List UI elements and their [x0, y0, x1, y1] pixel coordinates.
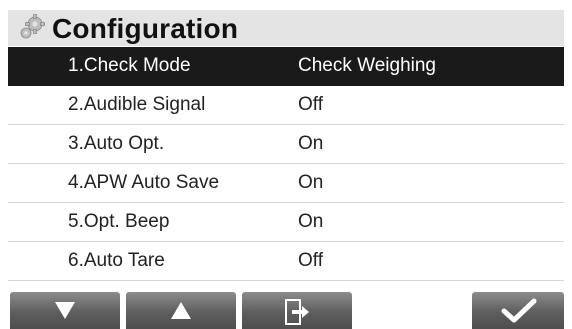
up-button[interactable] — [126, 292, 236, 329]
menu-item-label: 5.Opt. Beep — [68, 211, 170, 232]
menu-item-check-mode[interactable]: 1.Check Mode Check Weighing — [8, 47, 564, 86]
down-button[interactable] — [10, 292, 120, 329]
menu-item-auto-tare[interactable]: 6.Auto Tare Off — [8, 242, 564, 281]
menu-item-label: 6.Auto Tare — [68, 250, 165, 271]
menu-item-label: 2.Audible Signal — [68, 94, 206, 115]
confirm-button[interactable] — [472, 292, 564, 329]
menu-item-label: 4.APW Auto Save — [68, 172, 220, 193]
menu-item-audible-signal[interactable]: 2.Audible Signal Off — [8, 86, 564, 125]
menu-item-opt-beep[interactable]: 5.Opt. Beep On — [8, 203, 564, 242]
config-menu: 1.Check Mode Check Weighing 2.Audible Si… — [8, 47, 564, 281]
menu-item-label: 3.Auto Opt. — [68, 133, 165, 154]
arrow-up-icon — [171, 302, 191, 319]
page-title: Configuration — [52, 13, 239, 44]
exit-button[interactable] — [242, 292, 352, 329]
menu-item-value: On — [298, 211, 324, 232]
checkmark-icon — [501, 298, 537, 323]
menu-item-apw-auto-save[interactable]: 4.APW Auto Save On — [8, 164, 564, 203]
gear-icon — [20, 14, 45, 39]
menu-item-value: On — [298, 172, 324, 193]
menu-item-value: Off — [298, 250, 323, 271]
menu-item-value: Check Weighing — [298, 55, 437, 76]
exit-icon — [285, 299, 309, 325]
menu-item-value: On — [298, 133, 324, 154]
arrow-down-icon — [55, 302, 75, 319]
menu-item-label: 1.Check Mode — [68, 55, 191, 76]
menu-item-auto-opt[interactable]: 3.Auto Opt. On — [8, 125, 564, 164]
title-bar: Configuration — [8, 10, 564, 46]
menu-item-value: Off — [298, 94, 323, 115]
softkey-bar — [8, 292, 564, 329]
